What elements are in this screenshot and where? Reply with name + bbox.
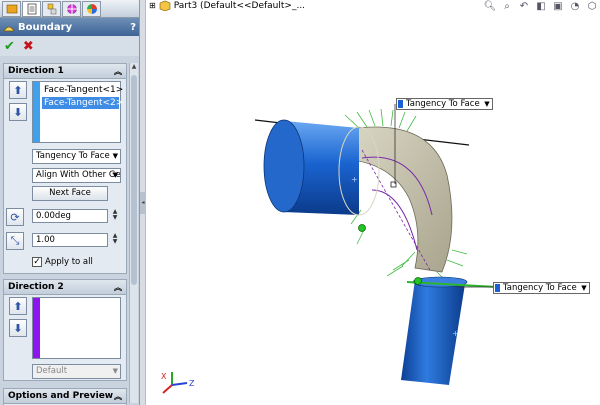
arrow-up-icon: ⬆ bbox=[13, 299, 23, 313]
property-manager-tab[interactable] bbox=[22, 1, 41, 17]
apply-to-all-checkbox[interactable]: ✓ bbox=[32, 257, 42, 267]
magnitude-spinner[interactable]: ▲ ▼ bbox=[111, 233, 119, 245]
arrow-up-icon: ⬆ bbox=[13, 83, 23, 97]
tangent-length-icon: ⤡ bbox=[6, 232, 24, 250]
coordinate-triad: X Z bbox=[161, 372, 195, 394]
color-wheel-icon bbox=[86, 4, 97, 14]
tangency-callout-1[interactable]: Tangency To Face ▼ bbox=[396, 98, 493, 110]
help-icon[interactable]: ? bbox=[130, 22, 136, 33]
property-manager-icon bbox=[27, 3, 36, 15]
arrow-down-icon: ⬇ bbox=[13, 105, 23, 119]
direction2-tangency-value: Default bbox=[36, 366, 68, 376]
graphics-area[interactable]: ⊞ Part3 (Default<<Default>_... 🔍︎ ⌕ ↶ ◧ … bbox=[147, 0, 600, 405]
cancel-button[interactable]: ✖ bbox=[23, 39, 34, 54]
crosshair-icon bbox=[65, 3, 78, 15]
dropdown-arrow-icon: ▼ bbox=[112, 152, 118, 160]
callout-1-text: Tangency To Face bbox=[406, 99, 480, 109]
collapse-chevron-icon[interactable]: ︽ bbox=[114, 66, 122, 77]
apply-to-all-label: Apply to all bbox=[45, 257, 93, 267]
move-down-button[interactable]: ⬇ bbox=[9, 319, 27, 337]
scroll-thumb[interactable] bbox=[131, 75, 137, 285]
direction-color-swatch bbox=[398, 100, 403, 108]
panel-splitter[interactable]: ◂ bbox=[140, 0, 146, 405]
dropdown-arrow-icon: ▼ bbox=[581, 284, 587, 292]
collapse-chevron-icon[interactable]: ︽ bbox=[114, 282, 122, 293]
scroll-up-icon[interactable]: ▲ bbox=[130, 63, 138, 73]
direction1-header[interactable]: Direction 1 ︽ bbox=[4, 64, 126, 79]
configuration-icon bbox=[47, 3, 56, 15]
connector-handle[interactable] bbox=[358, 224, 366, 232]
dropdown-arrow-icon: ▼ bbox=[112, 171, 118, 179]
direction2-group: Direction 2 ︽ ⬆ ⬇ Default ▼ bbox=[3, 279, 127, 381]
display-manager-tab[interactable] bbox=[82, 1, 101, 17]
alignment-select[interactable]: Align With Other Ge ▼ bbox=[32, 168, 121, 183]
model-canvas[interactable]: + + X Z bbox=[147, 0, 600, 405]
dimxpert-tab[interactable] bbox=[62, 1, 81, 17]
direction1-title: Direction 1 bbox=[8, 66, 64, 76]
property-manager: Boundary ? ✔ ✖ Direction 1 ︽ ⬆ ⬇ Face-Ta… bbox=[0, 0, 140, 405]
connector-handle[interactable] bbox=[414, 277, 422, 285]
origin-marker: + bbox=[351, 175, 358, 184]
angle-input[interactable]: 0.00deg bbox=[32, 209, 108, 223]
direction2-title: Direction 2 bbox=[8, 282, 64, 292]
direction1-color-bar bbox=[33, 82, 40, 142]
axis-x-label: X bbox=[161, 372, 167, 381]
tangency-callout-2[interactable]: Tangency To Face ▼ bbox=[493, 282, 590, 294]
draft-angle-icon: ⟳ bbox=[6, 208, 24, 226]
alignment-value: Align With Other Ge bbox=[36, 170, 121, 180]
manager-tabs bbox=[0, 0, 139, 18]
dropdown-arrow-icon: ▼ bbox=[112, 367, 118, 375]
origin-marker: + bbox=[452, 329, 459, 338]
options-header[interactable]: Options and Preview ︽ bbox=[4, 389, 126, 404]
tangency-type-select[interactable]: Tangency To Face ▼ bbox=[32, 149, 121, 164]
next-face-button[interactable]: Next Face bbox=[32, 186, 108, 201]
list-item[interactable]: Face-Tangent<2> bbox=[42, 97, 123, 109]
collapse-chevron-icon[interactable]: ︽ bbox=[114, 391, 122, 402]
move-up-button[interactable]: ⬆ bbox=[9, 81, 27, 99]
move-down-button[interactable]: ⬇ bbox=[9, 103, 27, 121]
boundary-surface[interactable] bbox=[351, 126, 453, 273]
direction1-group: Direction 1 ︽ ⬆ ⬇ Face-Tangent<1> Face-T… bbox=[3, 63, 127, 274]
ok-cancel-row: ✔ ✖ bbox=[0, 36, 139, 56]
direction2-list[interactable] bbox=[32, 297, 121, 359]
feature-title-bar: Boundary ? bbox=[0, 18, 139, 36]
direction2-color-bar bbox=[33, 298, 40, 358]
direction1-list[interactable]: Face-Tangent<1> Face-Tangent<2> bbox=[32, 81, 123, 143]
arrow-down-icon: ⬇ bbox=[13, 321, 23, 335]
callout-2-text: Tangency To Face bbox=[503, 283, 577, 293]
boundary-feature-icon bbox=[3, 26, 15, 31]
direction2-tangency-select[interactable]: Default ▼ bbox=[32, 364, 121, 379]
direction-color-swatch bbox=[495, 284, 500, 292]
list-item[interactable]: Face-Tangent<1> bbox=[42, 84, 123, 96]
collapse-panel-icon[interactable]: ◂ bbox=[140, 192, 146, 214]
feature-manager-tab[interactable] bbox=[2, 1, 21, 17]
tangency-type-value: Tangency To Face bbox=[36, 151, 110, 161]
axis-z-label: Z bbox=[189, 379, 195, 388]
magnitude-input[interactable]: 1.00 bbox=[32, 233, 108, 247]
dropdown-arrow-icon: ▼ bbox=[484, 100, 490, 108]
feature-title: Boundary bbox=[18, 21, 73, 33]
move-up-button[interactable]: ⬆ bbox=[9, 297, 27, 315]
cylinder-end-face[interactable] bbox=[263, 119, 305, 213]
feature-tree-icon bbox=[6, 4, 17, 14]
configuration-manager-tab[interactable] bbox=[42, 1, 61, 17]
options-title: Options and Preview bbox=[8, 391, 114, 401]
direction2-header[interactable]: Direction 2 ︽ bbox=[4, 280, 126, 295]
options-group: Options and Preview ︽ bbox=[3, 388, 127, 405]
angle-spinner[interactable]: ▲ ▼ bbox=[111, 209, 119, 221]
ok-button[interactable]: ✔ bbox=[4, 39, 15, 54]
panel-scrollbar[interactable]: ▲ bbox=[129, 63, 138, 403]
